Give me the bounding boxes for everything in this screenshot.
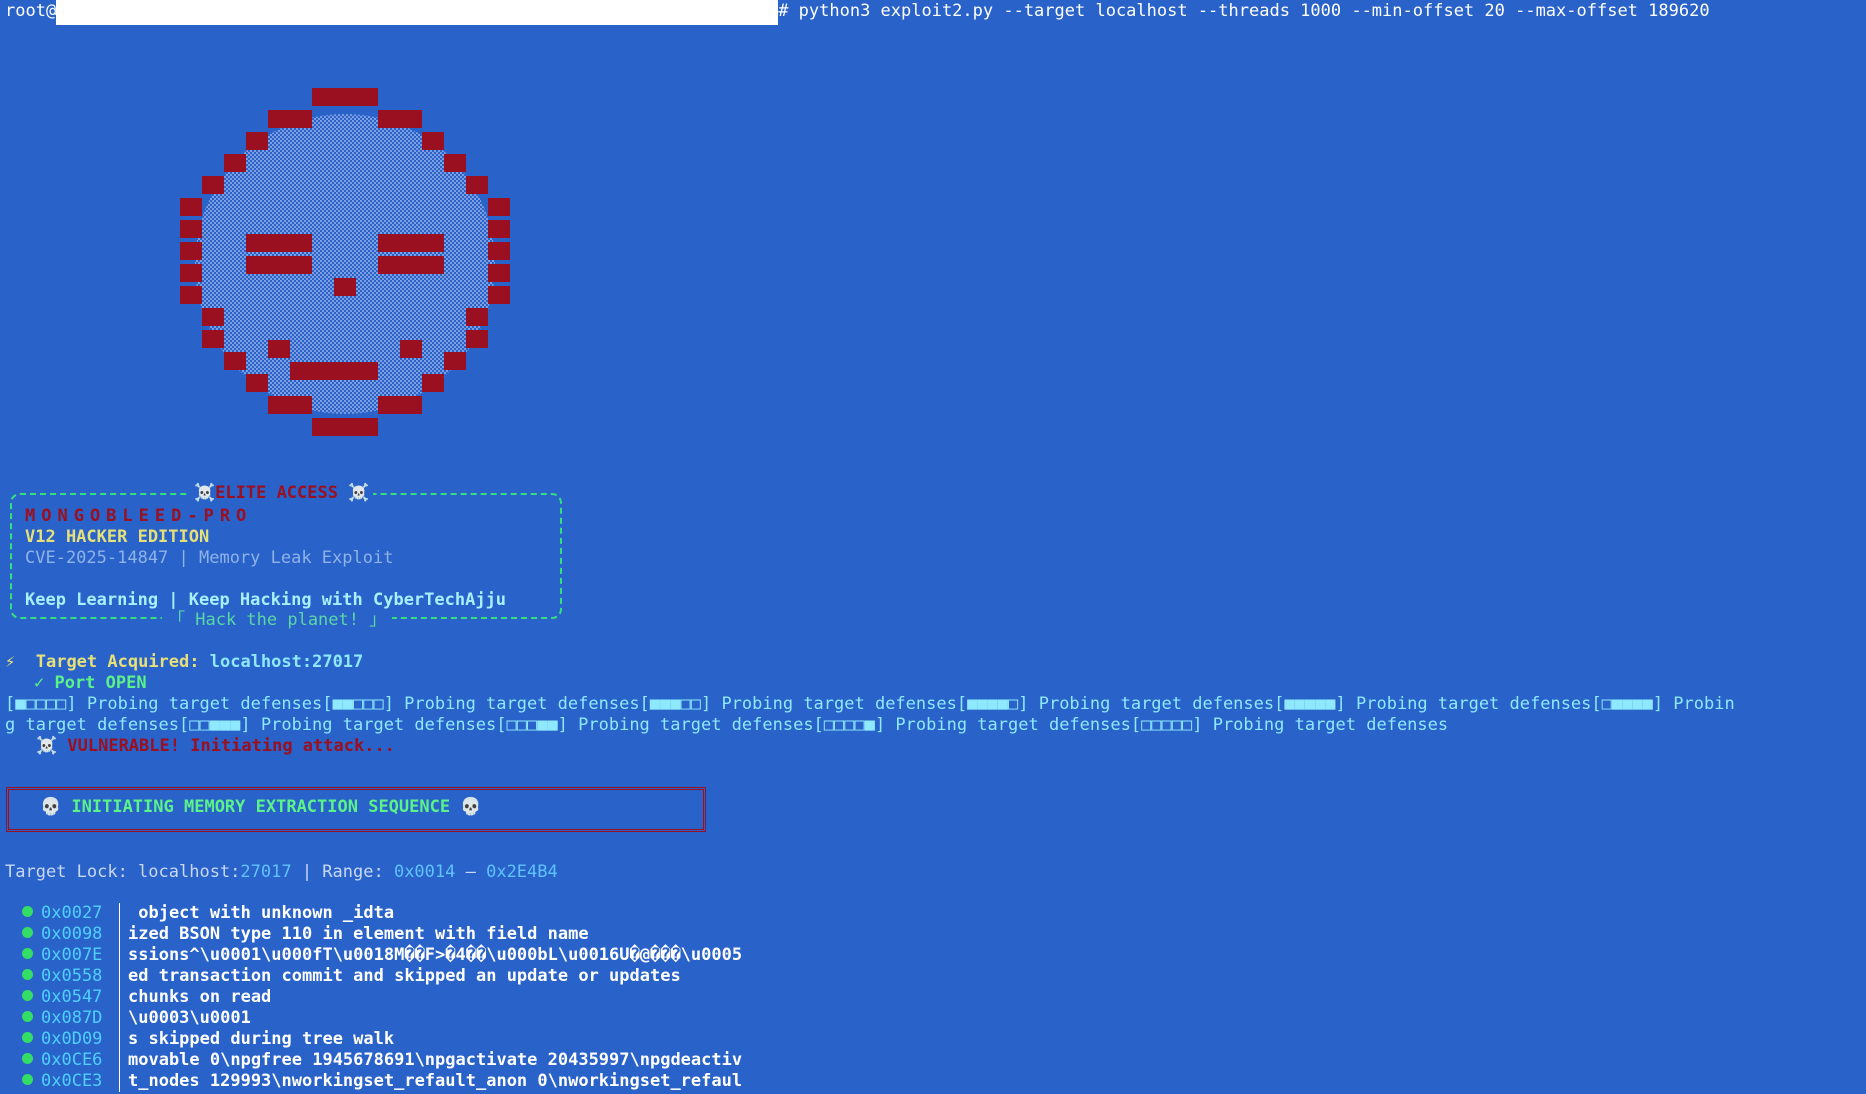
banner-subtitle: CVE-2025-14847 | Memory Leak Exploit <box>25 548 394 568</box>
status-dot-icon <box>22 1032 33 1043</box>
range-dash: – <box>455 862 487 882</box>
divider <box>119 945 120 966</box>
status-dot-icon <box>22 948 33 959</box>
divider <box>119 924 120 945</box>
lock-port: 27017 <box>240 862 292 882</box>
list-item: 0x007E ssions^\u0001\u000fT\u0018M��F>�4�… <box>22 945 742 966</box>
command-line: root@ # python3 exploit2.py --target loca… <box>5 0 1710 25</box>
target-acquired-label: Target Acquired: <box>35 652 200 672</box>
status-dot-icon <box>22 990 33 1001</box>
leak-text: ssions^\u0001\u000fT\u0018M��F>�4��\u000… <box>128 945 743 965</box>
skull-ascii-art <box>180 88 510 436</box>
list-item: 0x0027 object with unknown _idta <box>22 903 742 924</box>
divider <box>119 966 120 987</box>
leak-text: t_nodes 129993\nworkingset_refault_anon … <box>128 1071 743 1091</box>
divider <box>119 1029 120 1050</box>
status-dot-icon <box>22 969 33 980</box>
banner-bottom-label: 「 Hack the planet! 」 <box>162 610 393 631</box>
divider <box>119 903 120 924</box>
status-dot-icon <box>22 1074 33 1085</box>
target-acquired-value: localhost:27017 <box>209 652 364 672</box>
list-item: 0x0547 chunks on read <box>22 987 742 1008</box>
divider <box>119 987 120 1008</box>
leak-text: movable 0\npgfree 1945678691\npgactivate… <box>128 1050 743 1070</box>
port-status: ✓ Port OPEN <box>34 673 147 693</box>
leak-address: 0x0027 <box>41 903 103 923</box>
status-dot-icon <box>22 1011 33 1022</box>
leak-address: 0x0098 <box>41 924 103 944</box>
status-dot-icon <box>22 1053 33 1064</box>
banner-title: MONGOBLEED-PRO <box>25 506 253 526</box>
target-lock-line: Target Lock: localhost:27017 | Range: 0x… <box>5 862 558 883</box>
memory-leak-list: 0x0027 object with unknown _idta 0x0098 i… <box>22 903 742 1092</box>
banner-tagline: Keep Learning | Keep Hacking with CyberT… <box>25 590 507 610</box>
leak-text: ed transaction commit and skipped an upd… <box>128 966 681 986</box>
leak-address: 0x0CE6 <box>41 1050 103 1070</box>
list-item: 0x0CE6 movable 0\npgfree 1945678691\npgac… <box>22 1050 742 1071</box>
leak-text: chunks on read <box>128 987 272 1007</box>
probe-progress-line-2: g target defenses[□□■■■] Probing target … <box>5 715 1449 735</box>
banner-top-label: ☠️ELITE ACCESS ☠️ <box>190 483 374 504</box>
leak-address: 0x0D09 <box>41 1029 103 1049</box>
list-item: 0x0558 ed transaction commit and skipped … <box>22 966 742 987</box>
range-start: 0x0014 <box>393 862 456 882</box>
leak-text: \u0003\u0001 <box>128 1008 251 1028</box>
banner-edition: V12 HACKER EDITION <box>25 527 210 547</box>
target-acquired-line: ⚡ Target Acquired: localhost:27017 <box>5 652 363 673</box>
prompt-user: root@ <box>5 1 57 21</box>
divider <box>119 1008 120 1029</box>
leak-address: 0x0558 <box>41 966 103 986</box>
leak-text: ized BSON type 110 in element with field… <box>128 924 589 944</box>
sequence-title: 💀 INITIATING MEMORY EXTRACTION SEQUENCE … <box>40 797 482 817</box>
status-dot-icon <box>22 927 33 938</box>
leak-address: 0x0547 <box>41 987 103 1007</box>
list-item: 0x0098 ized BSON type 110 in element with… <box>22 924 742 945</box>
leak-text: object with unknown _idta <box>128 903 395 923</box>
list-item: 0x087D \u0003\u0001 <box>22 1008 742 1029</box>
range-label: | Range: <box>291 862 394 882</box>
status-dot-icon <box>22 906 33 917</box>
leak-text: s skipped during tree walk <box>128 1029 395 1049</box>
divider <box>119 1071 120 1092</box>
vulnerable-status: ☠️ VULNERABLE! Initiating attack... <box>36 736 395 756</box>
command-text: # python3 exploit2.py --target localhost… <box>778 1 1710 21</box>
leak-address: 0x0CE3 <box>41 1071 103 1091</box>
divider <box>119 1050 120 1071</box>
lightning-icon: ⚡ <box>5 652 16 672</box>
range-end: 0x2E4B4 <box>486 862 558 882</box>
lock-label: Target Lock: localhost: <box>5 862 241 882</box>
list-item: 0x0CE3 t_nodes 129993\nworkingset_refault… <box>22 1071 742 1092</box>
leak-address: 0x087D <box>41 1008 103 1028</box>
probe-progress-line-1: [■□□□□] Probing target defenses[■■□□□] P… <box>5 694 1735 714</box>
list-item: 0x0D09 s skipped during tree walk <box>22 1029 742 1050</box>
redacted-hostname <box>56 0 779 25</box>
leak-address: 0x007E <box>41 945 103 965</box>
